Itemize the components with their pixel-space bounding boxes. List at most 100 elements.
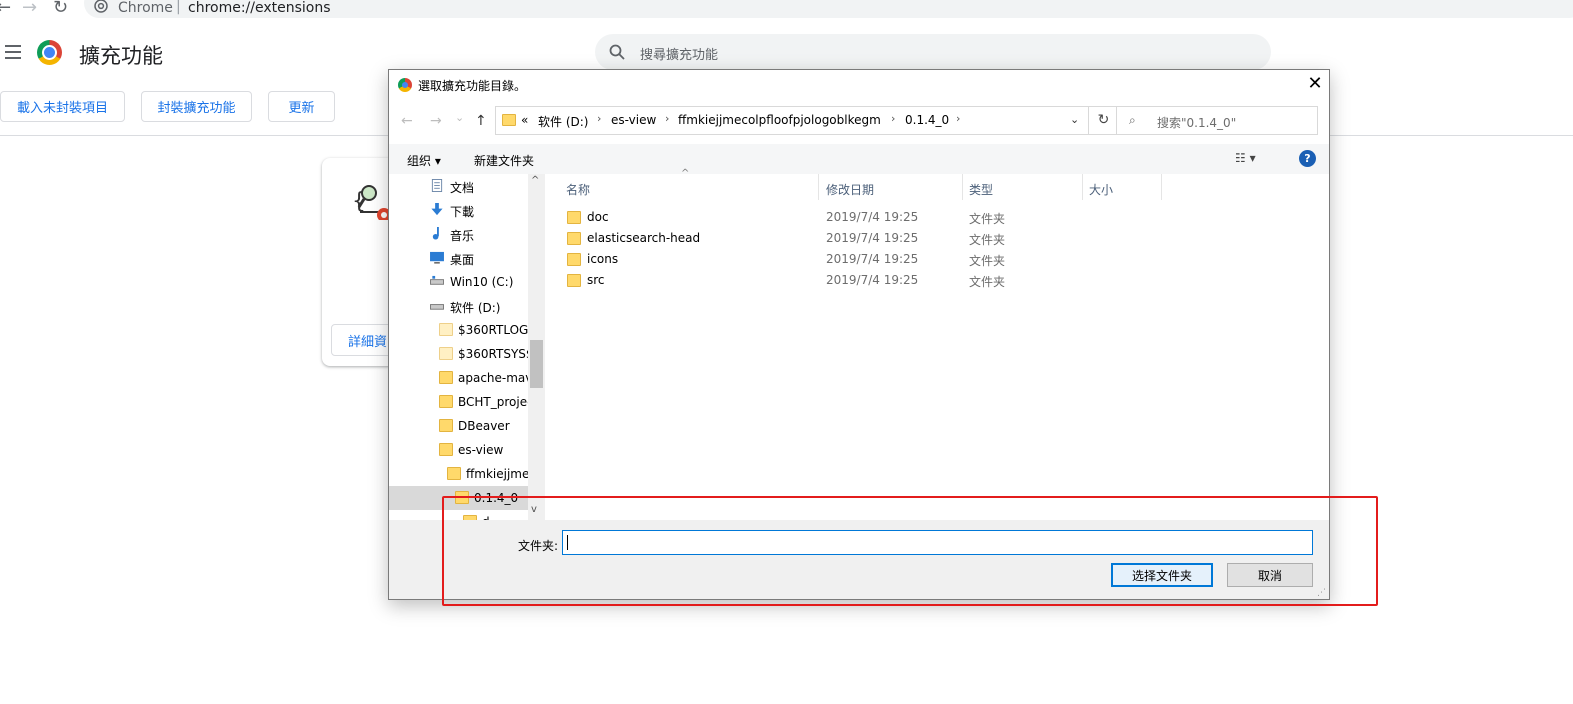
- breadcrumb-item[interactable]: 0.1.4_0: [905, 113, 949, 127]
- file-name: icons: [587, 252, 619, 266]
- new-folder-button[interactable]: 新建文件夹: [474, 152, 534, 169]
- address-bar[interactable]: Chrome | chrome://extensions: [84, 0, 1573, 18]
- folder-icon: [567, 211, 581, 224]
- chevron-right-icon[interactable]: ›: [956, 112, 960, 125]
- nav-scrollbar[interactable]: ^ v: [528, 174, 545, 520]
- column-divider[interactable]: [1082, 174, 1083, 200]
- nav-item-documents[interactable]: 文档: [389, 174, 529, 198]
- url-text[interactable]: chrome://extensions: [188, 0, 331, 16]
- nav-item-music[interactable]: 音乐: [389, 222, 529, 246]
- nav-label: 下載: [450, 205, 475, 219]
- nav-item-folder[interactable]: es-view: [389, 438, 529, 462]
- search-icon: ⌕: [1129, 113, 1136, 127]
- column-header-modified[interactable]: 修改日期: [826, 181, 874, 198]
- nav-label: 软件 (D:): [450, 301, 501, 315]
- update-button[interactable]: 更新: [268, 91, 335, 122]
- site-label: Chrome: [118, 0, 173, 16]
- forward-icon[interactable]: →: [430, 113, 442, 129]
- folder-icon: [502, 114, 516, 126]
- close-icon[interactable]: ✕: [1304, 73, 1326, 95]
- file-type: 文件夹: [969, 254, 1006, 268]
- nav-label: 桌面: [450, 253, 475, 267]
- table-row[interactable]: elasticsearch-head 2019/7/4 19:25 文件夹: [557, 228, 1317, 249]
- folder-icon: [439, 323, 453, 336]
- table-row[interactable]: src 2019/7/4 19:25 文件夹: [557, 270, 1317, 291]
- nav-item-folder[interactable]: apache-mav: [389, 366, 529, 390]
- breadcrumb-item[interactable]: ffmkiejjmecolpfloofpjologoblkegm: [678, 113, 881, 127]
- nav-item-folder[interactable]: $360RTSYS$: [389, 342, 529, 366]
- chevron-right-icon[interactable]: ›: [597, 112, 601, 125]
- file-name: elasticsearch-head: [587, 231, 701, 245]
- load-unpacked-button[interactable]: 載入未封裝項目: [0, 91, 125, 122]
- chrome-icon: [398, 78, 412, 92]
- nav-label: apache-mav: [458, 371, 529, 385]
- chrome-icon: [94, 0, 108, 13]
- browser-toolbar: ← → ↻ Chrome | chrome://extensions: [0, 0, 1573, 20]
- column-header-size[interactable]: 大小: [1089, 181, 1113, 198]
- refresh-icon[interactable]: ↻: [1089, 106, 1119, 135]
- breadcrumb-overflow[interactable]: «: [521, 113, 528, 127]
- download-icon: [431, 203, 443, 216]
- nav-item-folder[interactable]: DBeaver: [389, 414, 529, 438]
- file-list: ^ 名称 修改日期 类型 大小 doc 2019/7/4 19:25 文件夹 e…: [557, 168, 1329, 520]
- scroll-up-icon[interactable]: ^: [531, 175, 539, 186]
- nav-label: BCHT_projec: [458, 395, 529, 409]
- back-icon[interactable]: ←: [401, 113, 413, 129]
- help-icon[interactable]: ?: [1299, 150, 1316, 167]
- extensions-search[interactable]: 搜尋擴充功能: [595, 34, 1271, 70]
- breadcrumb-item[interactable]: es-view: [611, 113, 656, 127]
- chevron-right-icon[interactable]: ›: [665, 112, 669, 125]
- search-placeholder: 搜索"0.1.4_0": [1157, 116, 1237, 130]
- nav-item-folder[interactable]: ffmkiejjmec: [389, 462, 529, 486]
- file-modified: 2019/7/4 19:25: [826, 252, 919, 266]
- view-options-icon[interactable]: ☷ ▾: [1235, 151, 1256, 165]
- pack-extension-button[interactable]: 封裝擴充功能: [141, 91, 252, 122]
- nav-label: 音乐: [450, 229, 475, 243]
- nav-item-desktop[interactable]: 桌面: [389, 246, 529, 270]
- folder-icon: [439, 395, 453, 408]
- nav-label: es-view: [458, 443, 504, 457]
- sort-ascending-icon: ^: [681, 168, 690, 179]
- reload-icon[interactable]: ↻: [53, 0, 68, 18]
- recent-locations-icon[interactable]: ⌄: [455, 111, 464, 124]
- table-row[interactable]: icons 2019/7/4 19:25 文件夹: [557, 249, 1317, 270]
- scroll-thumb[interactable]: [530, 340, 543, 388]
- column-divider[interactable]: [962, 174, 963, 200]
- organize-menu[interactable]: 组织 ▾: [407, 152, 441, 169]
- music-icon: [432, 227, 439, 240]
- folder-icon: [447, 467, 461, 480]
- nav-item-folder[interactable]: BCHT_projec: [389, 390, 529, 414]
- document-icon: [431, 179, 443, 192]
- dialog-title: 選取擴充功能目錄。: [418, 79, 527, 93]
- file-type: 文件夹: [969, 212, 1006, 226]
- up-folder-icon[interactable]: ↑: [475, 113, 487, 129]
- nav-item-drive-c[interactable]: Win10 (C:): [389, 270, 529, 294]
- nav-item-folder[interactable]: $360RTLOGS: [389, 318, 529, 342]
- column-divider[interactable]: [1161, 174, 1162, 200]
- nav-item-drive-d[interactable]: 软件 (D:): [389, 294, 529, 318]
- back-icon[interactable]: ←: [0, 0, 11, 18]
- column-header-type[interactable]: 类型: [969, 181, 993, 198]
- file-name: src: [587, 273, 605, 287]
- dialog-address-bar[interactable]: « 软件 (D:) › es-view › ffmkiejjmecolpfloo…: [495, 106, 1089, 135]
- nav-label: ffmkiejjmec: [466, 467, 529, 481]
- drive-icon: [430, 304, 444, 310]
- column-header-name[interactable]: 名称: [566, 181, 590, 198]
- chevron-down-icon[interactable]: ⌄: [1070, 113, 1079, 126]
- extension-magnifier-icon: {: [352, 185, 391, 220]
- file-modified: 2019/7/4 19:25: [826, 273, 919, 287]
- breadcrumb-item[interactable]: 软件 (D:): [538, 113, 588, 130]
- file-type: 文件夹: [969, 233, 1006, 247]
- search-icon: [609, 44, 625, 60]
- table-row[interactable]: doc 2019/7/4 19:25 文件夹: [557, 207, 1317, 228]
- menu-icon[interactable]: [5, 45, 21, 59]
- file-modified: 2019/7/4 19:25: [826, 231, 919, 245]
- chevron-right-icon[interactable]: ›: [891, 112, 895, 125]
- folder-search-input[interactable]: ⌕ 搜索"0.1.4_0": [1116, 106, 1318, 135]
- forward-icon[interactable]: →: [22, 0, 37, 18]
- column-divider[interactable]: [818, 174, 819, 200]
- folder-icon: [567, 253, 581, 266]
- nav-item-downloads[interactable]: 下載: [389, 198, 529, 222]
- folder-icon: [567, 274, 581, 287]
- file-name: doc: [587, 210, 609, 224]
